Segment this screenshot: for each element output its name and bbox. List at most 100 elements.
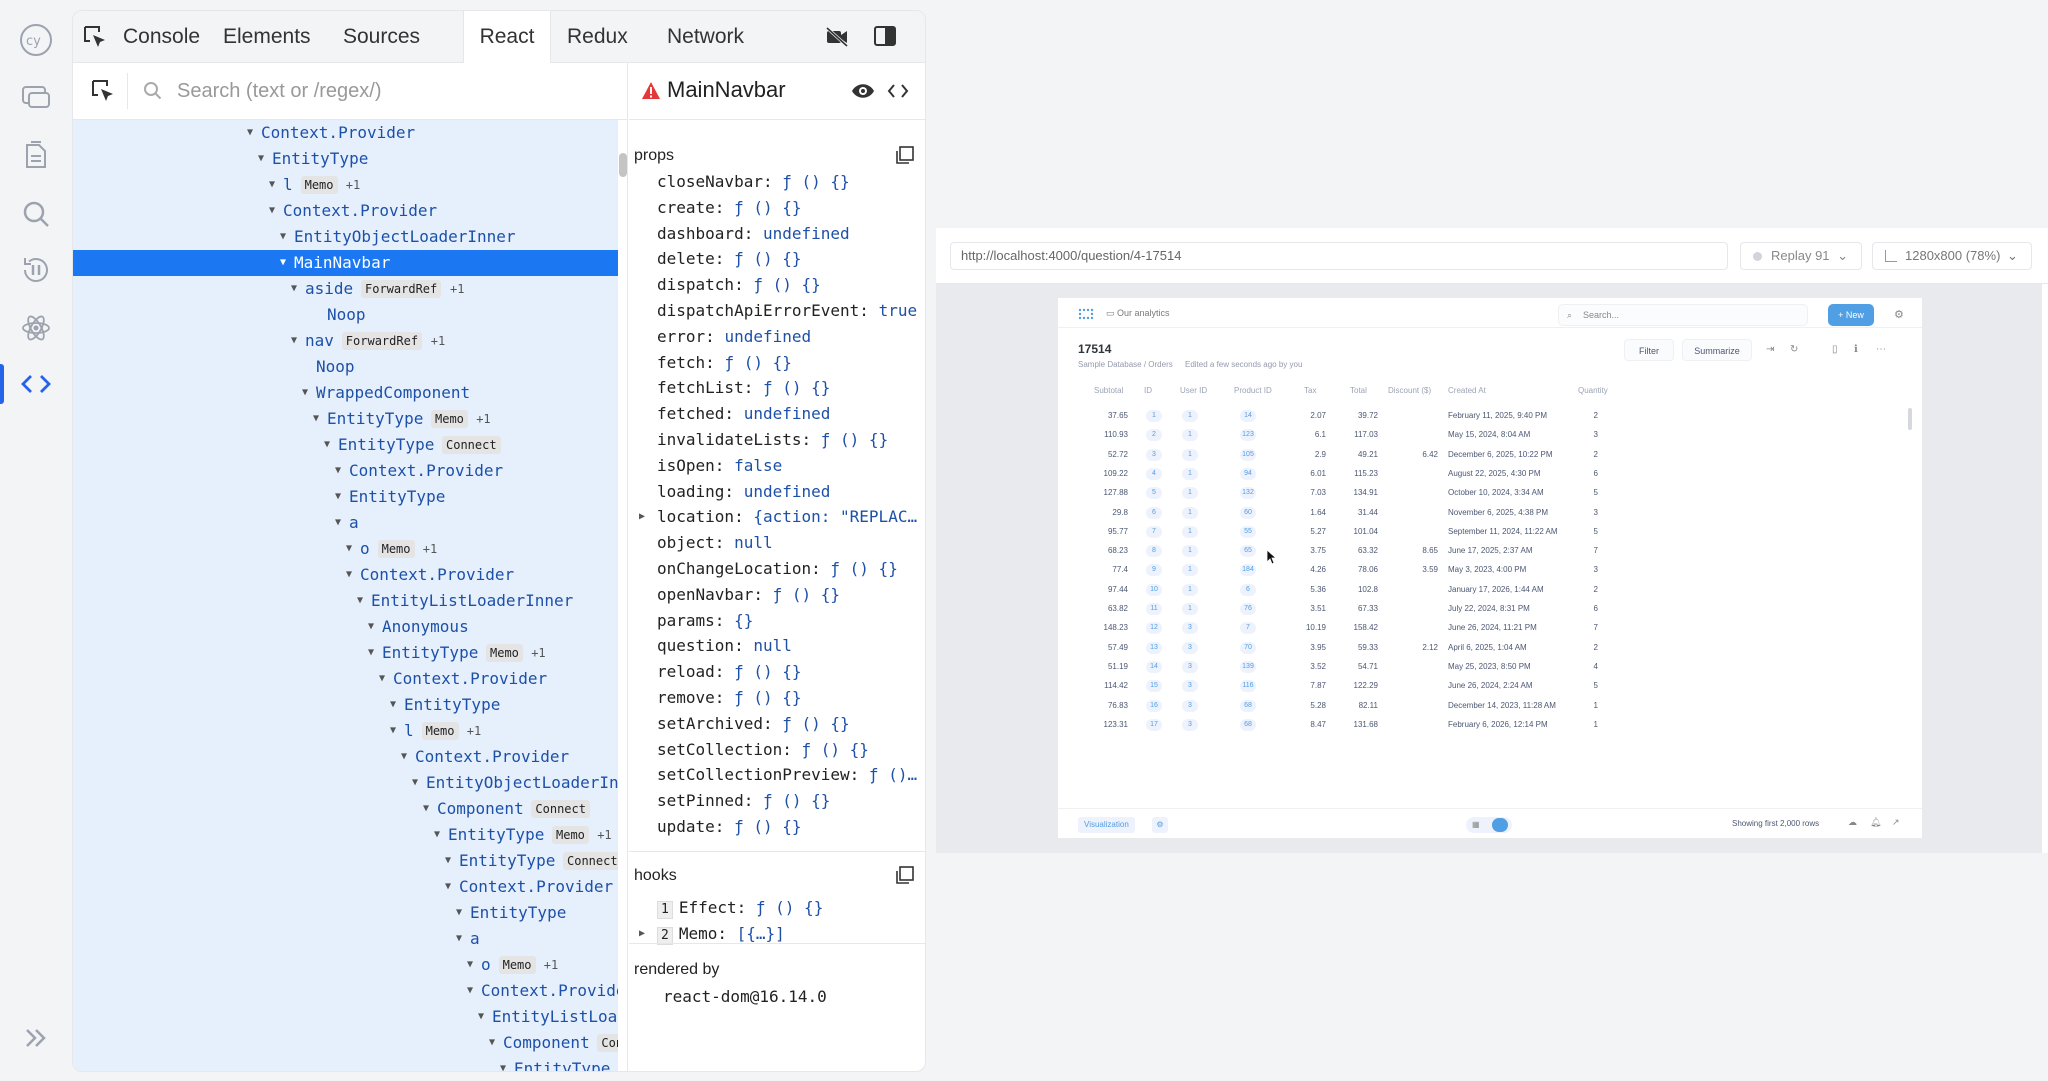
- table-cell[interactable]: 1: [1182, 583, 1198, 596]
- prop-value[interactable]: ƒ () {}: [734, 198, 801, 217]
- tree-node[interactable]: ▼ EntityListLoaderInner: [73, 588, 618, 614]
- table-cell[interactable]: 11: [1146, 603, 1162, 615]
- prop-row[interactable]: isOpen: false: [657, 453, 782, 479]
- breadcrumb-database[interactable]: Sample Database: [1078, 360, 1142, 369]
- caret-down-icon[interactable]: ▼: [368, 614, 374, 640]
- url-field[interactable]: http://localhost:4000/question/4-17514: [950, 242, 1728, 270]
- tree-node[interactable]: Noop: [73, 354, 618, 380]
- table-cell[interactable]: 60: [1240, 506, 1256, 519]
- table-cell[interactable]: 105: [1240, 448, 1256, 461]
- prop-value[interactable]: ƒ () {}: [763, 378, 830, 397]
- inspect-element-icon[interactable]: [81, 23, 109, 51]
- prop-value[interactable]: ƒ () {}: [734, 817, 801, 836]
- tree-node[interactable]: ▼ EntityType Memo +1: [73, 640, 618, 666]
- column-header[interactable]: Product ID: [1234, 384, 1272, 398]
- caret-down-icon[interactable]: ▼: [335, 458, 341, 484]
- column-header[interactable]: ID: [1144, 384, 1152, 398]
- tree-node[interactable]: ▼ Component Connect: [73, 1030, 618, 1056]
- tree-node[interactable]: ▼ Component Connect: [73, 796, 618, 822]
- app-search-input[interactable]: ⌕ Search...: [1558, 304, 1808, 326]
- table-cell[interactable]: 94: [1240, 467, 1256, 480]
- hook-value[interactable]: [{…}]: [737, 924, 785, 943]
- tree-node[interactable]: ▼ EntityType: [73, 484, 618, 510]
- prop-value[interactable]: null: [734, 533, 773, 552]
- table-cell[interactable]: 15: [1146, 680, 1162, 693]
- tree-node[interactable]: ▼ Anonymous: [73, 614, 618, 640]
- prop-row[interactable]: fetched: undefined: [657, 401, 830, 427]
- caret-down-icon[interactable]: ▼: [335, 510, 341, 536]
- prop-row[interactable]: loading: undefined: [657, 479, 830, 505]
- tree-node[interactable]: ▼ EntityType: [73, 692, 618, 718]
- code-icon[interactable]: [18, 366, 54, 402]
- column-header[interactable]: Created At: [1448, 384, 1486, 398]
- prop-row[interactable]: update: ƒ () {}: [657, 814, 802, 840]
- tree-node[interactable]: ▼ Context.Provider: [73, 978, 618, 1004]
- tree-node[interactable]: ▼ o Memo +1: [73, 952, 618, 978]
- replay-button[interactable]: Replay 91 ⌄: [1740, 242, 1862, 270]
- prop-row[interactable]: ▶ location: {action: "REPLAC…: [639, 504, 917, 530]
- table-cell[interactable]: 16: [1146, 699, 1162, 712]
- tab-sources[interactable]: Sources: [329, 11, 434, 63]
- tree-node[interactable]: ▼ Context.Provider: [73, 666, 618, 692]
- table-cell[interactable]: 14: [1240, 410, 1256, 422]
- rendered-by-value[interactable]: react-dom@16.14.0: [663, 987, 827, 1006]
- caret-down-icon[interactable]: ▼: [401, 744, 407, 770]
- prop-value[interactable]: false: [734, 456, 782, 475]
- eye-icon[interactable]: [851, 81, 875, 101]
- react-icon[interactable]: [18, 310, 54, 346]
- prop-row[interactable]: create: ƒ () {}: [657, 195, 802, 221]
- table-cell[interactable]: 9: [1146, 564, 1162, 577]
- prop-value[interactable]: ƒ () {}: [782, 172, 849, 191]
- table-cell[interactable]: 123: [1240, 429, 1256, 442]
- column-header[interactable]: Tax: [1304, 384, 1316, 398]
- files-icon[interactable]: [18, 138, 54, 174]
- table-cell[interactable]: 68: [1240, 699, 1256, 712]
- caret-down-icon[interactable]: ▼: [390, 718, 396, 744]
- table-cell[interactable]: 1: [1182, 487, 1198, 500]
- caret-right-icon[interactable]: ▶: [639, 504, 645, 530]
- tree-node[interactable]: ▼ Context.Provider: [73, 198, 618, 224]
- tree-node[interactable]: ▼ Context.Provider: [73, 458, 618, 484]
- prop-row[interactable]: fetch: ƒ () {}: [657, 350, 792, 376]
- summarize-button[interactable]: Summarize: [1682, 339, 1752, 361]
- prop-row[interactable]: delete: ƒ () {}: [657, 246, 802, 272]
- grid-view-icon[interactable]: [1492, 818, 1508, 832]
- tree-node[interactable]: ▼ nav ForwardRef +1: [73, 328, 618, 354]
- caret-down-icon[interactable]: ▼: [412, 770, 418, 796]
- prop-value[interactable]: undefined: [744, 482, 831, 501]
- video-off-icon[interactable]: [825, 26, 849, 48]
- cypress-logo-icon[interactable]: cy: [18, 22, 54, 58]
- caret-down-icon[interactable]: ▼: [291, 328, 297, 354]
- prop-row[interactable]: openNavbar: ƒ () {}: [657, 582, 840, 608]
- tree-scrollbar[interactable]: [619, 153, 627, 177]
- pause-replay-icon[interactable]: [18, 252, 54, 288]
- tree-node[interactable]: ▼ EntityListLoaderInner: [73, 1004, 618, 1030]
- metabase-logo-icon[interactable]: [1078, 307, 1094, 320]
- prop-row[interactable]: question: null: [657, 633, 792, 659]
- caret-down-icon[interactable]: ▼: [467, 952, 473, 978]
- prop-row[interactable]: fetchList: ƒ () {}: [657, 375, 830, 401]
- bookmark-icon[interactable]: ▯: [1832, 344, 1838, 355]
- table-cell[interactable]: 6: [1240, 583, 1256, 596]
- visualization-button[interactable]: Visualization: [1078, 817, 1135, 833]
- table-cell[interactable]: 132: [1240, 487, 1256, 500]
- caret-down-icon[interactable]: ▼: [324, 432, 330, 458]
- prop-row[interactable]: closeNavbar: ƒ () {}: [657, 169, 850, 195]
- table-cell[interactable]: 1: [1182, 545, 1198, 558]
- table-cell[interactable]: 3: [1182, 699, 1198, 712]
- tab-react[interactable]: React: [463, 11, 551, 63]
- prop-row[interactable]: reload: ƒ () {}: [657, 659, 802, 685]
- tree-node[interactable]: ▼ EntityType Connect: [73, 848, 618, 874]
- prop-value[interactable]: true: [879, 301, 918, 320]
- table-cell[interactable]: 7: [1240, 622, 1256, 635]
- viewport-size-button[interactable]: 1280x800 (78%) ⌄: [1872, 242, 2032, 270]
- tree-node[interactable]: ▼ o Memo +1: [73, 536, 618, 562]
- table-cell[interactable]: 3: [1182, 622, 1198, 635]
- tree-node[interactable]: ▼ Context.Provider: [73, 120, 618, 146]
- table-cell[interactable]: 139: [1240, 660, 1256, 673]
- prop-row[interactable]: remove: ƒ () {}: [657, 685, 802, 711]
- tree-node[interactable]: ▼ EntityObjectLoaderInner: [73, 224, 618, 250]
- caret-down-icon[interactable]: ▼: [280, 224, 286, 250]
- tab-console[interactable]: Console: [109, 11, 214, 63]
- column-header[interactable]: Quantity: [1578, 384, 1608, 398]
